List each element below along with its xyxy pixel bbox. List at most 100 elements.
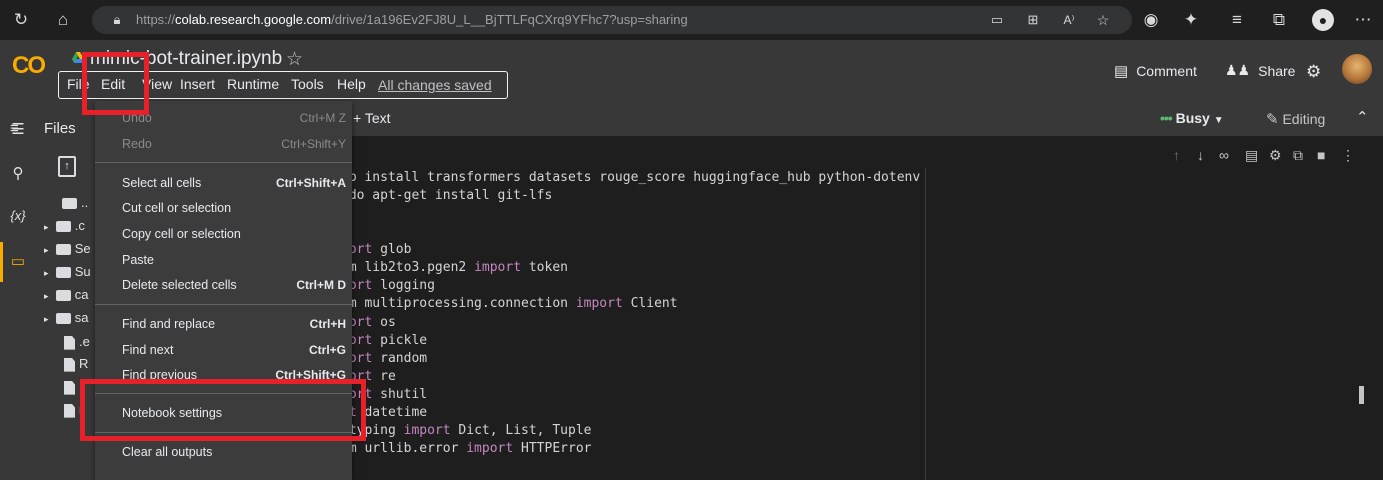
- shortcut-select-all: Ctrl+Shift+A: [275, 176, 346, 190]
- code-text: glob: [372, 242, 412, 257]
- camera-icon[interactable]: ◉: [1140, 9, 1162, 31]
- favorite-icon[interactable]: ☆: [1092, 9, 1114, 31]
- menu-item-paste[interactable]: Paste: [122, 253, 154, 267]
- code-keyword: import: [474, 260, 522, 275]
- code-line: port pickle: [341, 333, 427, 348]
- file-row[interactable]: ▸ sa: [44, 310, 89, 328]
- menu-item-label: Redo: [122, 137, 152, 151]
- menu-item-find-replace[interactable]: Find and replace: [122, 317, 215, 331]
- status-dots-icon: •••: [1160, 110, 1173, 126]
- link-icon[interactable]: ∞: [1219, 147, 1229, 163]
- shortcut-delete: Ctrl+M D: [296, 278, 346, 292]
- code-text: udo apt-get install git-lfs: [341, 188, 553, 203]
- menu-insert[interactable]: Insert: [180, 76, 215, 92]
- menu-tools[interactable]: Tools: [291, 76, 324, 92]
- menu-item-clear-outputs[interactable]: Clear all outputs: [122, 445, 212, 459]
- home-icon[interactable]: ⌂: [52, 9, 74, 31]
- favorites-icon[interactable]: ≡: [1226, 9, 1248, 31]
- move-up-icon[interactable]: ↑: [1173, 147, 1180, 163]
- file-row[interactable]: ▸ Se: [44, 241, 91, 259]
- file-row[interactable]: ▸ ca: [44, 287, 89, 305]
- menu-help[interactable]: Help: [337, 76, 366, 92]
- save-status-link[interactable]: All changes saved: [378, 77, 492, 93]
- address-bar[interactable]: 🔒︎ https://colab.research.google.com/dri…: [92, 6, 1132, 34]
- runtime-status-label: Busy: [1175, 110, 1210, 126]
- file-row[interactable]: ..: [62, 195, 88, 213]
- folder-icon: [55, 267, 71, 279]
- code-text: HTTPError: [513, 441, 592, 456]
- settings-gear-icon[interactable]: ⚙: [1306, 62, 1321, 82]
- refresh-icon[interactable]: ↻: [10, 9, 32, 31]
- url-path: /drive/1a196Ev2FJ8U_L__BjTTLFqCXrq9YFhc7…: [331, 12, 688, 27]
- code-line: port random: [341, 351, 427, 366]
- menu-item-redo[interactable]: Redo: [122, 137, 152, 151]
- comment-button[interactable]: ▤ Comment: [1114, 62, 1197, 80]
- code-text: random: [372, 351, 428, 366]
- editing-mode-button[interactable]: ✎ Editing: [1266, 110, 1325, 128]
- search-icon[interactable]: ⚲: [8, 164, 28, 184]
- user-avatar[interactable]: [1342, 54, 1372, 84]
- comment-label: Comment: [1136, 63, 1197, 79]
- folder-icon[interactable]: ▭: [8, 252, 28, 272]
- folder-icon: [55, 313, 71, 325]
- code-line: ip install transformers datasets rouge_s…: [341, 170, 920, 185]
- file-name: ca: [74, 287, 89, 302]
- expand-arrow-icon[interactable]: ▸: [44, 314, 49, 324]
- colab-logo[interactable]: CO: [12, 52, 46, 80]
- lock-icon[interactable]: 🔒︎: [106, 9, 128, 31]
- folder-icon: [55, 290, 71, 302]
- file-row[interactable]: ▸ Su: [44, 264, 91, 282]
- file-row[interactable]: .e: [64, 334, 90, 352]
- extensions-icon[interactable]: ✦: [1180, 9, 1202, 31]
- expand-arrow-icon[interactable]: ▸: [44, 291, 49, 301]
- file-row[interactable]: [64, 379, 79, 397]
- file-row[interactable]: R: [64, 356, 88, 374]
- menu-item-copy[interactable]: Copy cell or selection: [122, 227, 241, 241]
- star-icon[interactable]: ☆: [286, 48, 303, 71]
- left-rail: ☰ ⚲ {x} ▭: [0, 102, 36, 480]
- people-icon: ♟♟: [1225, 62, 1251, 78]
- expand-arrow-icon[interactable]: ▸: [44, 245, 49, 255]
- apps-icon[interactable]: ⊞: [1022, 9, 1044, 31]
- menu-item-delete[interactable]: Delete selected cells: [122, 278, 237, 292]
- menu-divider: [95, 304, 352, 305]
- expand-arrow-icon[interactable]: ▸: [44, 222, 49, 232]
- file-icon: [64, 403, 75, 418]
- menu-item-label: Find next: [122, 343, 174, 357]
- scrollbar-thumb[interactable]: [1359, 386, 1364, 404]
- menu-runtime[interactable]: Runtime: [227, 76, 279, 92]
- variables-icon[interactable]: {x}: [8, 208, 28, 228]
- highlight-notebook-settings: [80, 379, 366, 441]
- code-text: ip install transformers datasets rouge_s…: [341, 170, 921, 185]
- menu-item-cut[interactable]: Cut cell or selection: [122, 201, 231, 215]
- shortcut-find-next: Ctrl+G: [308, 343, 346, 357]
- add-text-cell-button[interactable]: + Text: [353, 110, 391, 126]
- menu-item-find-next[interactable]: Find next: [122, 343, 173, 357]
- move-down-icon[interactable]: ↓: [1197, 147, 1204, 163]
- menu-item-select-all[interactable]: Select all cells: [122, 176, 201, 190]
- read-aloud-icon[interactable]: A⁾: [1058, 9, 1080, 31]
- collapse-header-icon[interactable]: ⌃: [1356, 108, 1369, 126]
- delete-icon[interactable]: ■: [1317, 147, 1325, 163]
- code-text: om urllib.error: [341, 441, 467, 456]
- runtime-status-button[interactable]: ••• Busy ▼: [1160, 110, 1224, 126]
- reading-view-icon[interactable]: ▭: [986, 9, 1008, 31]
- menu-icon[interactable]: ≡: [10, 120, 19, 137]
- collections-icon[interactable]: ⧉: [1268, 9, 1290, 31]
- share-button[interactable]: ♟♟ Share: [1225, 62, 1295, 79]
- shortcut-redo: Ctrl+Shift+Y: [281, 137, 346, 151]
- file-name: .c: [74, 218, 85, 233]
- file-name: sa: [74, 310, 89, 325]
- profile-icon[interactable]: ●: [1312, 9, 1334, 31]
- code-text: Client: [622, 296, 678, 311]
- folder-icon: [55, 221, 71, 233]
- file-name: R: [79, 356, 89, 371]
- menu-item-label: Find and replace: [122, 317, 216, 331]
- file-icon: [64, 380, 75, 395]
- expand-arrow-icon[interactable]: ▸: [44, 268, 49, 278]
- upload-icon[interactable]: ↑: [58, 156, 76, 177]
- menu-item-label: Delete selected cells: [122, 278, 237, 292]
- more-icon[interactable]: ⋯: [1352, 9, 1374, 31]
- file-row[interactable]: ▸ .c: [44, 218, 85, 236]
- file-name: ..: [81, 195, 89, 210]
